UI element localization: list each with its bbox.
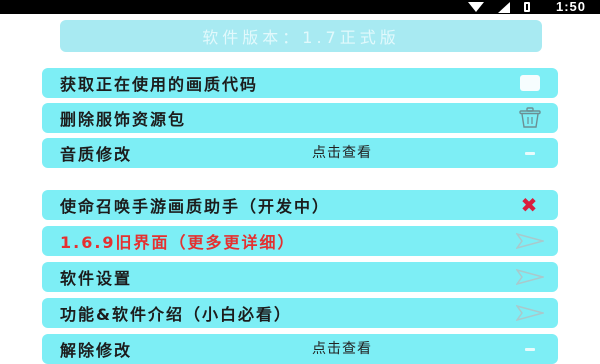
- close-icon[interactable]: ✖: [512, 190, 548, 220]
- click-to-view-text: 点击查看: [312, 145, 372, 161]
- status-icons: [468, 1, 530, 13]
- menu-item-audio-quality[interactable]: 音质修改 点击查看: [42, 138, 558, 168]
- wifi-icon: [468, 2, 484, 12]
- menu-item-label: 软件设置: [60, 269, 133, 288]
- dash-icon: [512, 138, 548, 168]
- menu-item-label: 删除服饰资源包: [60, 110, 187, 129]
- menu-item-label: 功能&软件介绍（小白必看）: [60, 305, 292, 324]
- status-bar: 1:50: [0, 0, 600, 14]
- copy-icon[interactable]: [512, 68, 548, 98]
- send-icon[interactable]: [512, 226, 548, 256]
- menu-item-label: 获取正在使用的画质代码: [60, 75, 259, 94]
- menu-item-get-quality-code[interactable]: 获取正在使用的画质代码: [42, 68, 558, 98]
- send-icon[interactable]: [512, 298, 548, 328]
- menu-item-feature-intro[interactable]: 功能&软件介绍（小白必看）: [42, 298, 558, 328]
- version-banner: 软件版本：1.7正式版: [60, 20, 542, 52]
- trash-icon[interactable]: [512, 103, 548, 133]
- click-to-view-text: 点击查看: [312, 341, 372, 357]
- status-time: 1:50: [555, 0, 586, 14]
- menu-item-revert-changes[interactable]: 解除修改 点击查看: [42, 334, 558, 364]
- signal-icon: [498, 1, 510, 13]
- menu-item-delete-costume-pack[interactable]: 删除服饰资源包: [42, 103, 558, 133]
- battery-icon: [524, 2, 530, 12]
- menu-item-label: 解除修改: [60, 341, 133, 360]
- menu-item-label: 1.6.9旧界面（更多更详细）: [60, 233, 296, 252]
- dash-icon: [512, 334, 548, 364]
- send-icon[interactable]: [512, 262, 548, 292]
- menu-item-codm-quality-helper[interactable]: 使命召唤手游画质助手（开发中） ✖: [42, 190, 558, 220]
- menu-item-old-interface[interactable]: 1.6.9旧界面（更多更详细）: [42, 226, 558, 256]
- menu-item-software-settings[interactable]: 软件设置: [42, 262, 558, 292]
- menu-item-label: 音质修改: [60, 145, 133, 164]
- menu-item-label: 使命召唤手游画质助手（开发中）: [60, 197, 331, 216]
